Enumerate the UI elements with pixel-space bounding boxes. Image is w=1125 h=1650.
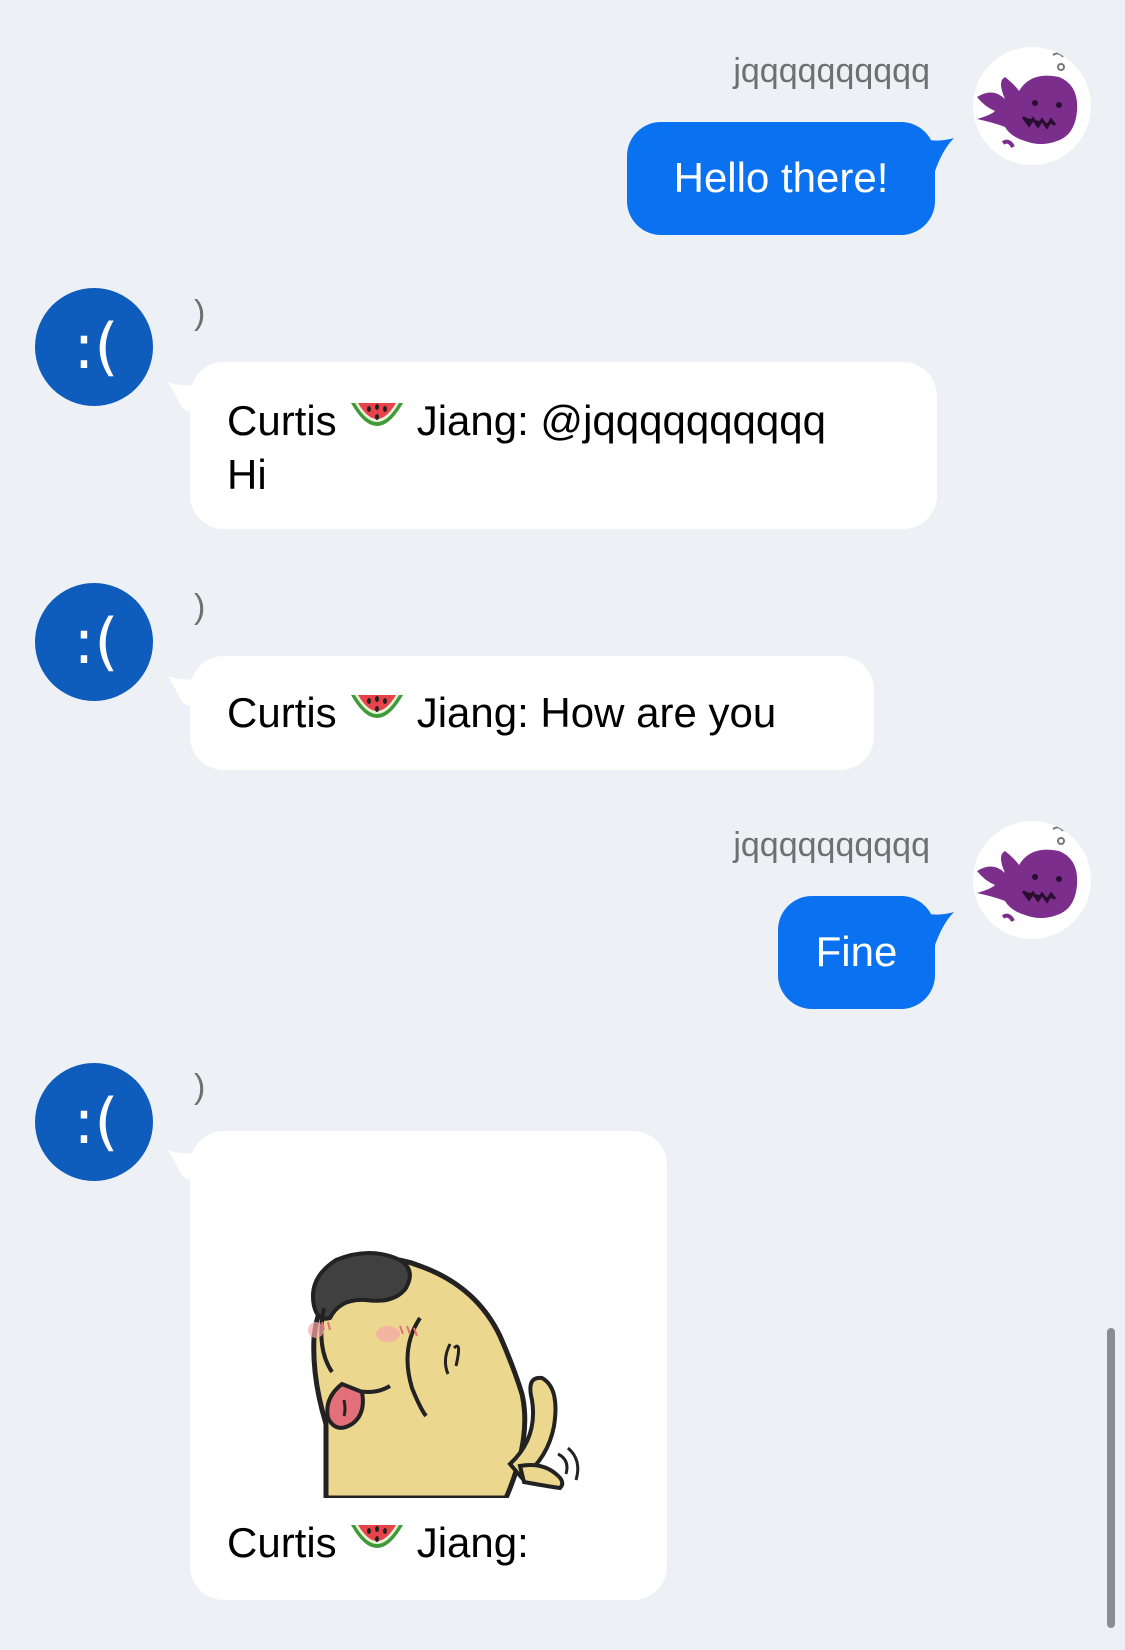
avatar-initials: :( bbox=[73, 1085, 119, 1158]
message-body: Jiang: How are you bbox=[416, 689, 777, 736]
watermelon-icon bbox=[350, 1525, 403, 1548]
user-avatar[interactable] bbox=[973, 821, 1091, 939]
message-text: Hello there! bbox=[673, 154, 889, 201]
watermelon-icon bbox=[350, 695, 403, 718]
chat-thread[interactable]: jqqqqqqqqqq Hello there! :( ) Curtis Jia… bbox=[0, 0, 1125, 1650]
contact-avatar[interactable]: :( bbox=[35, 583, 153, 701]
message-body: Jiang: @jqqqqqqqqqq bbox=[416, 397, 826, 444]
sender-first-name: Curtis bbox=[227, 689, 337, 736]
message-text-line: Curtis Jiang: @jqqqqqqqqqq bbox=[227, 394, 937, 448]
message-text: Fine bbox=[815, 928, 898, 975]
sender-name: jqqqqqqqqqq bbox=[733, 52, 930, 90]
sender-name: ) bbox=[194, 588, 206, 626]
monster-avatar-icon bbox=[977, 52, 1078, 148]
incoming-message-bubble[interactable]: Curtis Jiang: @jqqqqqqqqqq Hi bbox=[190, 362, 937, 529]
message-text-line: Curtis Jiang: How are you bbox=[227, 686, 874, 740]
outgoing-message-bubble[interactable]: Fine bbox=[778, 896, 935, 1009]
sender-name: ) bbox=[194, 1068, 206, 1106]
contact-avatar[interactable]: :( bbox=[35, 288, 153, 406]
sender-first-name: Curtis bbox=[227, 397, 337, 444]
incoming-message-bubble[interactable]: Curtis Jiang: bbox=[190, 1131, 667, 1600]
sender-name: jqqqqqqqqqq bbox=[733, 826, 930, 864]
monster-avatar-icon bbox=[977, 826, 1078, 922]
message-text-line: Curtis Jiang: bbox=[227, 1516, 529, 1570]
watermelon-icon bbox=[350, 403, 403, 426]
avatar-initials: :( bbox=[73, 605, 119, 678]
avatar-initials: :( bbox=[73, 310, 119, 383]
contact-avatar[interactable]: :( bbox=[35, 1063, 153, 1181]
sender-first-name: Curtis bbox=[227, 1519, 337, 1566]
message-text-line: Hi bbox=[227, 451, 267, 498]
outgoing-message-bubble[interactable]: Hello there! bbox=[627, 122, 935, 235]
sender-name: ) bbox=[194, 294, 206, 332]
message-body: Jiang: bbox=[416, 1519, 529, 1566]
dog-sticker[interactable] bbox=[270, 1248, 590, 1498]
scrollbar[interactable] bbox=[1107, 1328, 1115, 1628]
user-avatar[interactable] bbox=[973, 47, 1091, 165]
incoming-message-bubble[interactable]: Curtis Jiang: How are you bbox=[190, 656, 874, 770]
